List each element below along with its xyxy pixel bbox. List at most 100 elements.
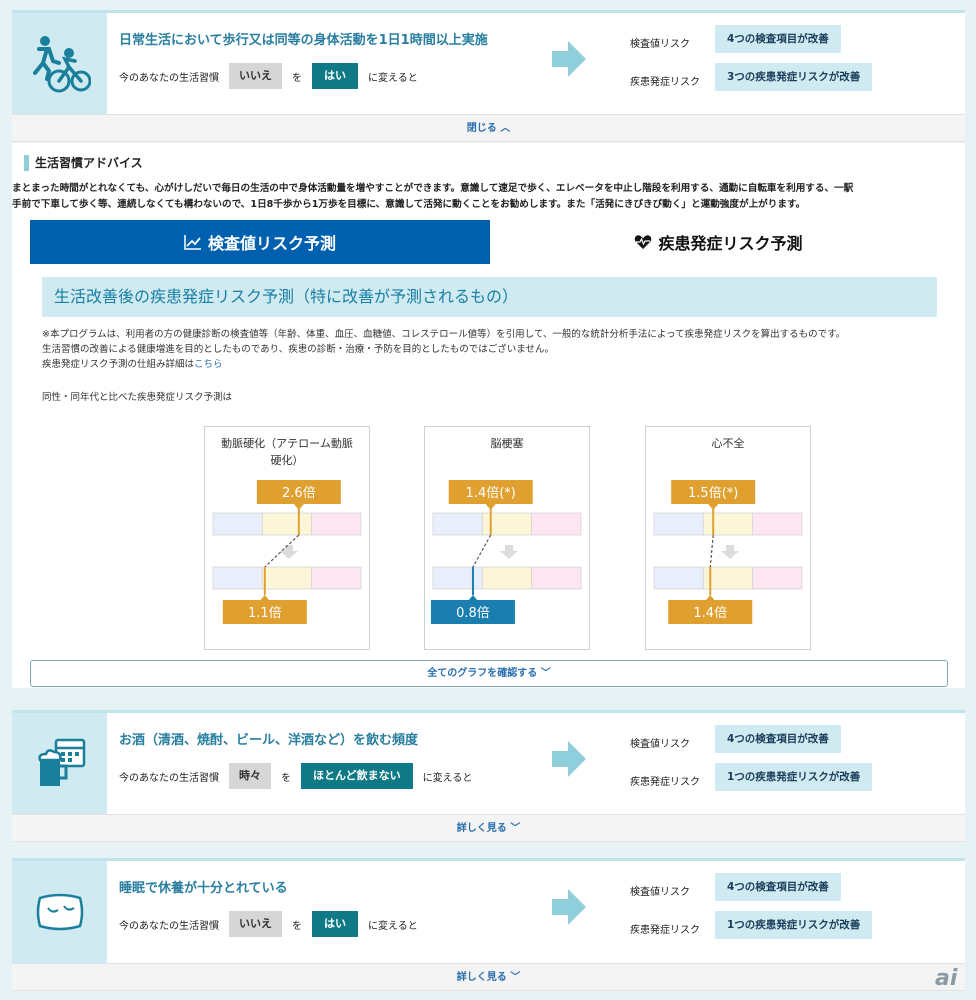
pillow-icon — [12, 861, 107, 963]
risk-bar-segment — [702, 512, 754, 536]
graph-card: 脳梗塞 1.4倍(*) 0.8倍 — [424, 426, 590, 650]
tab-label: 疾患発症リスク予測 — [658, 234, 803, 253]
before-value: 2.6倍 — [282, 486, 316, 501]
before-value: 1.4倍(*) — [466, 486, 516, 501]
graph-card: 心不全 1.5倍(*) 1.4倍 — [645, 426, 811, 650]
arrow-right-icon — [552, 889, 586, 929]
habit-card-exercise: 日常生活において歩行又は同等の身体活動を1日1時間以上実施 今のあなたの生活習慣… — [12, 10, 965, 114]
program-note: ※本プログラムは、利用者の方の健康診断の検査値等（年齢、体重、血圧、血糖値、コレ… — [42, 327, 845, 372]
habit-card-alcohol: お酒（清酒、焼酎、ビール、洋酒など）を飲む頻度 今のあなたの生活習慣 時々 を … — [12, 710, 965, 814]
logo: ai — [935, 966, 958, 991]
habit-suffix: に変えると — [422, 772, 473, 784]
disease-risk-result: 1つの疾患発症リスクが改善 — [715, 763, 873, 791]
risk-gauge-chart: 2.6倍 1.1倍 — [212, 480, 362, 624]
test-risk-label: 検査値リスク — [630, 887, 690, 898]
habit-connector: を — [292, 72, 302, 84]
risk-gauge-chart: 1.4倍(*) 0.8倍 — [430, 480, 582, 624]
alcohol-icon — [12, 713, 107, 814]
risk-bar-segment — [212, 512, 263, 536]
details-toggle-button[interactable]: 詳しく見る ﹀ — [12, 814, 965, 842]
risk-bar-segment — [752, 512, 803, 536]
down-arrow-icon — [500, 545, 518, 559]
details-toggle-button[interactable]: 詳しく見る ﹀ — [12, 963, 965, 991]
risk-bar-segment — [531, 512, 582, 536]
habit-change-row: 今のあなたの生活習慣 いいえ を はい に変えると — [119, 63, 418, 89]
advice-heading: 生活習慣アドバイス — [24, 155, 143, 171]
before-label-pointer — [708, 504, 719, 510]
test-risk-result: 4つの検査項目が改善 — [715, 725, 841, 753]
close-toggle-button[interactable]: 閉じる ︿ — [12, 114, 965, 142]
target-habit-badge: はい — [312, 63, 358, 89]
change-line — [472, 534, 492, 568]
risk-bar-segment — [432, 566, 483, 590]
habit-title: 睡眠で休養が十分とれている — [119, 881, 288, 896]
risk-bar-segment — [432, 512, 483, 536]
risk-gauge-chart: 1.5倍(*) 1.4倍 — [653, 480, 803, 624]
risk-bar-segment — [752, 566, 803, 590]
current-habit-badge: いいえ — [229, 911, 282, 937]
habit-change-row: 今のあなたの生活習慣 時々 を ほとんど飲まない に変えると — [119, 763, 472, 789]
habit-prefix: 今のあなたの生活習慣 — [119, 920, 219, 932]
target-habit-badge: ほとんど飲まない — [301, 763, 413, 789]
risk-bar-segment — [261, 512, 313, 536]
current-habit-badge: いいえ — [229, 63, 282, 89]
arrow-right-icon — [552, 741, 586, 781]
note-line: 疾患発症リスク予測の仕組み詳細はこちら — [42, 357, 845, 372]
panel-heading: 生活改善後の疾患発症リスク予測（特に改善が予測されるもの） — [42, 277, 937, 317]
disease-risk-label: 疾患発症リスク — [630, 777, 700, 788]
risk-bar-segment — [531, 566, 582, 590]
habit-prefix: 今のあなたの生活習慣 — [119, 772, 219, 784]
risk-bar-segment — [481, 566, 533, 590]
note-line: 生活習慣の改善による健康増進を目的としたものであり、疾患の診断・治療・予防を目的… — [42, 344, 554, 355]
down-arrow-icon — [280, 545, 298, 559]
risk-bar-segment — [212, 566, 263, 590]
note-line: ※本プログラムは、利用者の方の健康診断の検査値等（年齢、体重、血圧、血糖値、コレ… — [42, 329, 846, 340]
after-value: 1.1倍 — [248, 606, 282, 621]
after-value: 1.4倍 — [693, 606, 727, 621]
habit-suffix: に変えると — [368, 72, 418, 84]
target-habit-badge: はい — [312, 911, 358, 937]
graph-card: 動脈硬化（アテローム動脈 硬化） 2.6倍 1.1倍 — [204, 426, 370, 650]
change-line — [709, 534, 714, 568]
note-text: 疾患発症リスク予測の仕組み詳細は — [42, 359, 195, 370]
habit-title: 日常生活において歩行又は同等の身体活動を1日1時間以上実施 — [119, 33, 488, 48]
arrow-right-icon — [552, 41, 586, 81]
details-link[interactable]: こちら — [194, 359, 223, 370]
advice-text: まとまった時間がとれなくても、心がけしだいで毎日の生活の中で身体活動量を増やすこ… — [12, 181, 957, 213]
tab-disease-risk[interactable]: 疾患発症リスク予測 — [490, 220, 947, 264]
advice-line: 手前で下車して歩く等、連続しなくても構わないので、1日8千歩から1万歩を目標に、… — [12, 199, 806, 210]
disease-risk-result: 3つの疾患発症リスクが改善 — [715, 63, 873, 91]
habit-suffix: に変えると — [368, 920, 418, 932]
test-risk-result: 4つの検査項目が改善 — [715, 25, 841, 53]
test-risk-result: 4つの検査項目が改善 — [715, 873, 841, 901]
risk-bar-segment — [653, 566, 704, 590]
habit-title: お酒（清酒、焼酎、ビール、洋酒など）を飲む頻度 — [119, 733, 419, 748]
before-label-pointer — [485, 504, 496, 510]
risk-bar-segment — [653, 512, 704, 536]
habit-prefix: 今のあなたの生活習慣 — [119, 72, 219, 84]
risk-bar-segment — [311, 512, 362, 536]
risk-bar-segment — [261, 566, 313, 590]
tab-label: 検査値リスク予測 — [207, 234, 336, 253]
heart-pulse-icon — [634, 234, 652, 250]
habit-connector: を — [281, 772, 291, 784]
compare-text: 同性・同年代と比べた疾患発症リスク予測は — [42, 392, 233, 403]
advice-line: まとまった時間がとれなくても、心がけしだいで毎日の生活の中で身体活動量を増やすこ… — [12, 183, 854, 194]
test-risk-label: 検査値リスク — [630, 739, 690, 750]
current-habit-badge: 時々 — [229, 763, 271, 789]
advice-section: 生活習慣アドバイス まとまった時間がとれなくても、心がけしだいで毎日の生活の中で… — [12, 143, 965, 688]
risk-bar-segment — [311, 566, 362, 590]
disease-risk-label: 疾患発症リスク — [630, 925, 700, 936]
tab-test-risk[interactable]: 検査値リスク予測 — [30, 220, 490, 264]
prediction-tabs: 検査値リスク予測 疾患発症リスク予測 — [30, 220, 947, 264]
exercise-icon — [12, 13, 107, 114]
habit-card-sleep: 睡眠で休養が十分とれている 今のあなたの生活習慣 いいえ を はい に変えると … — [12, 858, 965, 963]
show-all-graphs-button[interactable]: 全てのグラフを確認する ﹀ — [30, 660, 948, 687]
before-value: 1.5倍(*) — [688, 486, 738, 501]
after-value: 0.8倍 — [456, 606, 490, 621]
trend-chart-icon — [184, 234, 202, 250]
habit-connector: を — [292, 920, 302, 932]
disease-risk-result: 1つの疾患発症リスクが改善 — [715, 911, 873, 939]
test-risk-label: 検査値リスク — [630, 39, 690, 50]
disease-risk-label: 疾患発症リスク — [630, 77, 700, 88]
